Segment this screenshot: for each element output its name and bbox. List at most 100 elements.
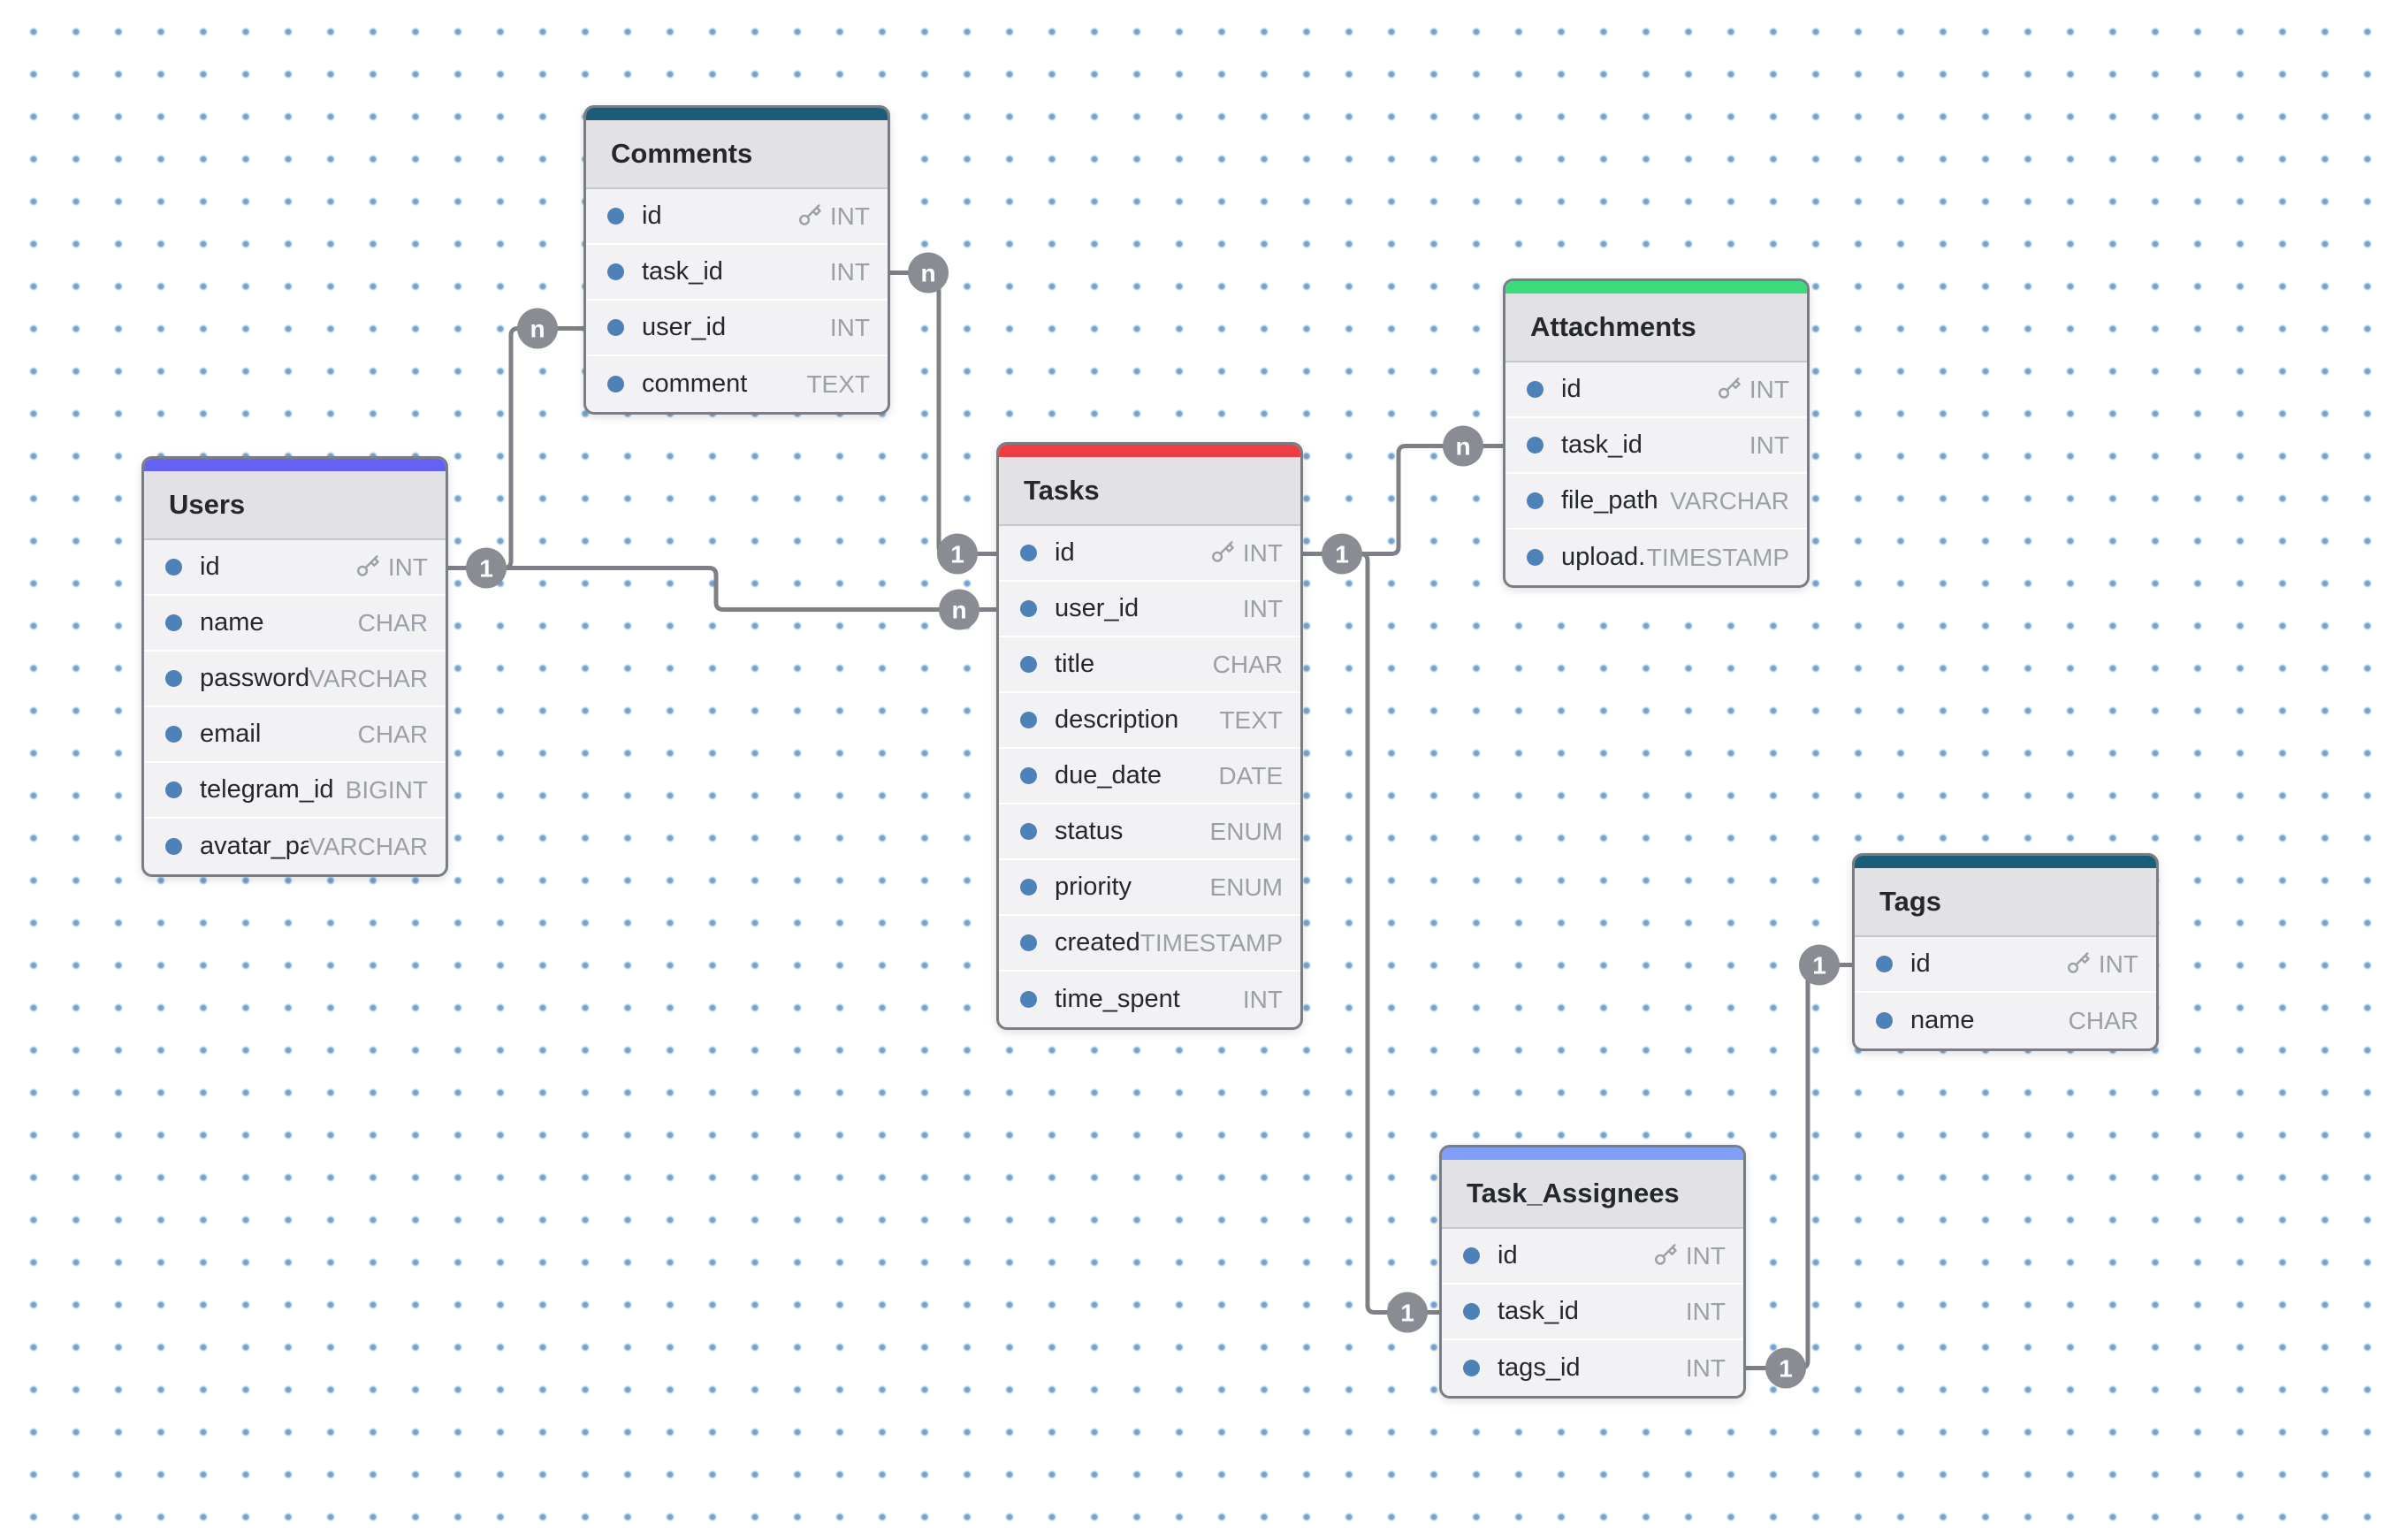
field-row-users-password[interactable]: password VARCHAR <box>144 652 446 707</box>
field-dot <box>1463 1247 1480 1264</box>
field-row-tasks-id[interactable]: id INT <box>999 526 1300 582</box>
field-dot <box>1020 600 1037 617</box>
field-row-task-assignees-tags-id[interactable]: tags_id INT <box>1442 1340 1743 1396</box>
field-row-tasks-created-at[interactable]: created... TIMESTAMP <box>999 916 1300 972</box>
field-name: description <box>1055 705 1219 735</box>
field-name: name <box>200 608 358 637</box>
table-header[interactable]: Users <box>144 471 446 540</box>
table-users[interactable]: Users id INT name CHAR password VARCHAR … <box>141 456 448 877</box>
field-name: priority <box>1055 873 1210 902</box>
field-row-attachments-uploaded-at[interactable]: upload... TIMESTAMP <box>1505 530 1807 585</box>
svg-text:1: 1 <box>1812 952 1826 980</box>
svg-text:n: n <box>951 597 966 624</box>
field-row-comments-user-id[interactable]: user_id INT <box>586 301 888 356</box>
primary-key-icon <box>1716 377 1742 402</box>
table-attachments[interactable]: Attachments id INT task_id INT file_path… <box>1503 278 1810 588</box>
field-name: id <box>642 202 797 231</box>
field-dot <box>1020 545 1037 561</box>
primary-key-icon <box>1652 1243 1678 1269</box>
field-type: CHAR <box>358 720 428 749</box>
relationship-users-tasks[interactable] <box>448 568 996 610</box>
field-row-tasks-status[interactable]: status ENUM <box>999 804 1300 860</box>
svg-text:1: 1 <box>1335 541 1349 568</box>
field-row-comments-id[interactable]: id INT <box>586 189 888 245</box>
field-dot <box>1020 656 1037 673</box>
field-type-text: INT <box>1243 986 1283 1014</box>
field-row-tasks-priority[interactable]: priority ENUM <box>999 860 1300 916</box>
field-type-text: CHAR <box>2069 1007 2138 1035</box>
field-type-text: VARCHAR <box>309 665 428 693</box>
field-row-attachments-id[interactable]: id INT <box>1505 362 1807 418</box>
field-name: avatar_pa... <box>200 832 309 861</box>
relationship-users-comments[interactable] <box>448 329 583 568</box>
field-row-tasks-due-date[interactable]: due_date DATE <box>999 749 1300 804</box>
field-type-text: INT <box>830 202 870 231</box>
field-row-users-name[interactable]: name CHAR <box>144 596 446 652</box>
relationship-tags-task-assignees[interactable] <box>1746 965 1852 1368</box>
field-type: TEXT <box>1219 706 1283 735</box>
er-diagram-canvas[interactable]: 1 n n 1 n 1 n 1 <box>0 0 2401 1540</box>
field-row-task-assignees-id[interactable]: id INT <box>1442 1229 1743 1285</box>
field-row-tasks-user-id[interactable]: user_id INT <box>999 582 1300 637</box>
field-row-attachments-file-path[interactable]: file_path VARCHAR <box>1505 474 1807 530</box>
field-row-users-avatar-path[interactable]: avatar_pa... VARCHAR <box>144 819 446 874</box>
table-header[interactable]: Attachments <box>1505 294 1807 362</box>
cardinality-badge-tasks-task-assignees-1: 1 <box>1387 1292 1428 1333</box>
field-row-comments-task-id[interactable]: task_id INT <box>586 245 888 301</box>
field-row-tasks-description[interactable]: description TEXT <box>999 693 1300 749</box>
field-row-attachments-task-id[interactable]: task_id INT <box>1505 418 1807 474</box>
relationship-tasks-comments[interactable] <box>890 273 996 554</box>
field-type: INT <box>2065 950 2138 979</box>
field-name: title <box>1055 650 1213 679</box>
table-header[interactable]: Comments <box>586 120 888 189</box>
field-type-text: INT <box>1243 595 1283 623</box>
field-row-users-telegram-id[interactable]: telegram_id BIGINT <box>144 763 446 819</box>
field-dot <box>1527 437 1544 454</box>
field-type: TIMESTAMP <box>1647 544 1789 572</box>
field-dot <box>1020 934 1037 951</box>
field-type-text: INT <box>1686 1298 1726 1326</box>
field-dot <box>1463 1303 1480 1320</box>
field-type-text: ENUM <box>1210 873 1283 902</box>
field-row-tags-id[interactable]: id INT <box>1855 937 2156 993</box>
table-header[interactable]: Tasks <box>999 457 1300 526</box>
field-dot <box>607 263 624 280</box>
field-row-tags-name[interactable]: name CHAR <box>1855 993 2156 1048</box>
field-name: status <box>1055 817 1210 846</box>
field-type: TEXT <box>806 370 870 399</box>
field-dot <box>607 376 624 393</box>
table-comments[interactable]: Comments id INT task_id INT user_id INT … <box>583 105 890 415</box>
table-accent-bar <box>586 108 888 120</box>
field-type: ENUM <box>1210 873 1283 902</box>
field-row-task-assignees-task-id[interactable]: task_id INT <box>1442 1285 1743 1340</box>
relationship-tasks-task-assignees[interactable] <box>1303 554 1439 1313</box>
field-name: task_id <box>1561 431 1749 460</box>
field-name: email <box>200 720 358 749</box>
field-dot <box>1020 712 1037 728</box>
table-header[interactable]: Tags <box>1855 868 2156 937</box>
table-task-assignees[interactable]: Task_Assignees id INT task_id INT tags_i… <box>1439 1145 1746 1399</box>
field-type-text: INT <box>388 553 428 582</box>
field-name: id <box>200 553 354 582</box>
field-type: INT <box>1243 595 1283 623</box>
field-name: id <box>1561 375 1716 404</box>
field-type-text: TEXT <box>1219 706 1283 735</box>
field-type-text: TIMESTAMP <box>1647 544 1789 572</box>
cardinality-badge-tags-task-assignees-1a: 1 <box>1799 945 1840 986</box>
field-row-tasks-title[interactable]: title CHAR <box>999 637 1300 693</box>
field-row-users-id[interactable]: id INT <box>144 540 446 596</box>
field-row-users-email[interactable]: email CHAR <box>144 707 446 763</box>
field-type: ENUM <box>1210 818 1283 846</box>
table-accent-bar <box>999 445 1300 457</box>
field-type: BIGINT <box>346 776 428 804</box>
table-header[interactable]: Task_Assignees <box>1442 1160 1743 1229</box>
table-tags[interactable]: Tags id INT name CHAR <box>1852 853 2159 1051</box>
field-row-tasks-time-spent[interactable]: time_spent INT <box>999 972 1300 1027</box>
field-row-comments-comment[interactable]: comment TEXT <box>586 356 888 412</box>
field-name: created... <box>1055 928 1140 957</box>
field-type: CHAR <box>1213 651 1283 679</box>
table-tasks[interactable]: Tasks id INT user_id INT title CHAR desc… <box>996 442 1303 1030</box>
field-dot <box>165 781 182 798</box>
field-dot <box>1020 991 1037 1008</box>
field-type: CHAR <box>358 609 428 637</box>
